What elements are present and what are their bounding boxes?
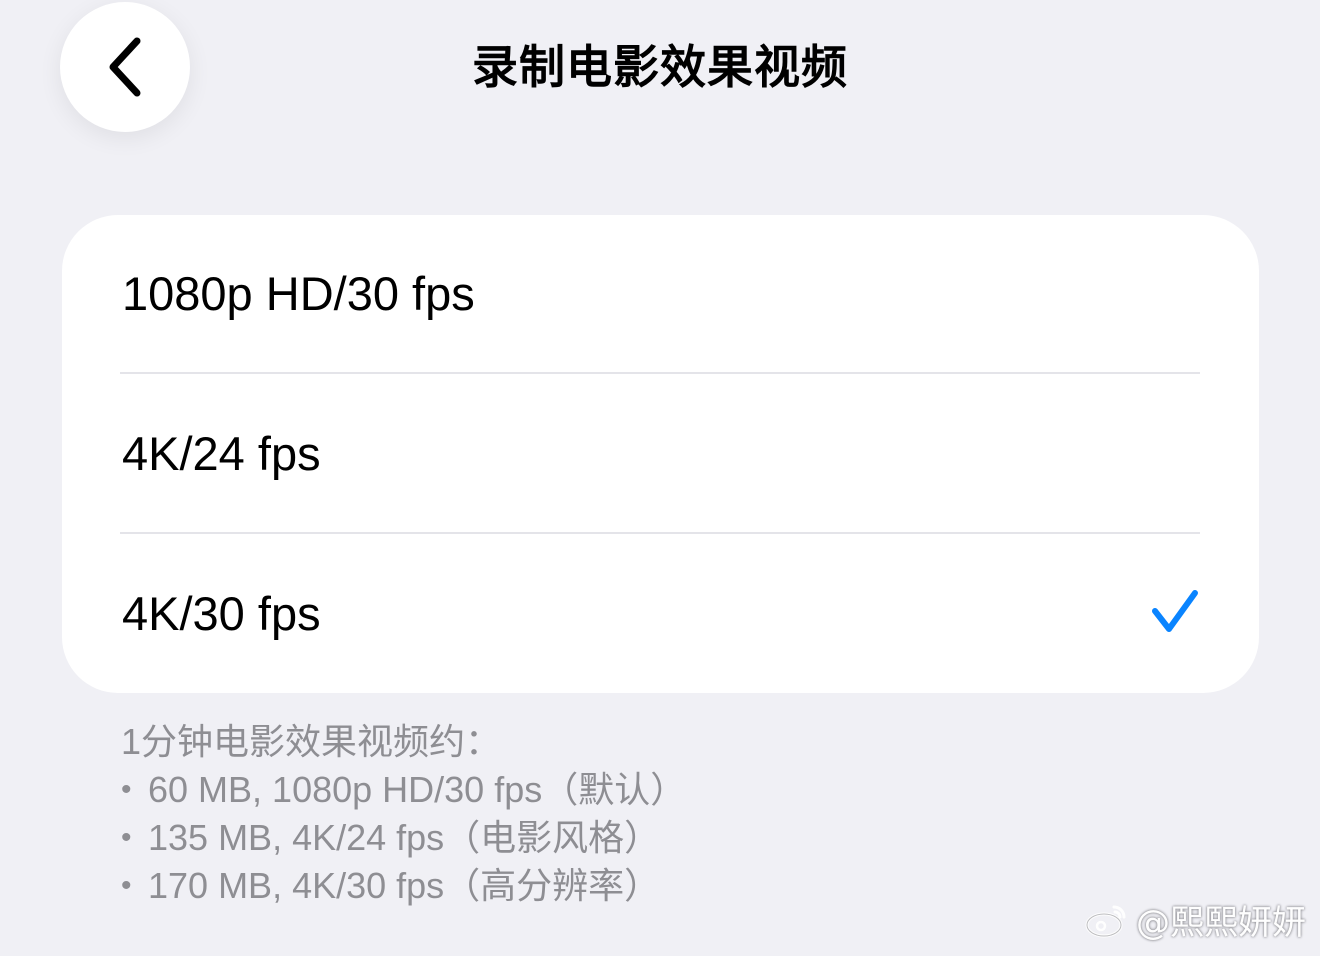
footer-item: • 135 MB, 4K/24 fps（电影风格） xyxy=(121,814,1021,862)
option-label: 4K/24 fps xyxy=(122,427,321,480)
bullet: • xyxy=(121,821,132,854)
footer-item-text: 135 MB, 4K/24 fps（电影风格） xyxy=(148,817,661,858)
checkmark-icon xyxy=(1152,590,1198,632)
divider xyxy=(120,372,1200,374)
option-1080p-30fps[interactable]: 1080p HD/30 fps xyxy=(62,215,1259,373)
resolution-options-list: 1080p HD/30 fps 4K/24 fps 4K/30 fps xyxy=(62,215,1259,693)
footer-item-text: 60 MB, 1080p HD/30 fps（默认） xyxy=(148,769,687,810)
bullet: • xyxy=(121,869,132,902)
divider xyxy=(120,532,1200,534)
footer-item-text: 170 MB, 4K/30 fps（高分辨率） xyxy=(148,865,661,906)
option-label: 1080p HD/30 fps xyxy=(122,267,475,320)
option-label: 4K/30 fps xyxy=(122,587,321,640)
watermark: @熙熙妍妍 xyxy=(1084,895,1306,944)
option-4k-24fps[interactable]: 4K/24 fps xyxy=(62,375,1259,533)
bullet: • xyxy=(121,773,132,806)
footer-item: • 170 MB, 4K/30 fps（高分辨率） xyxy=(121,862,1021,910)
footer-heading: 1分钟电影效果视频约： xyxy=(121,721,502,762)
option-4k-30fps[interactable]: 4K/30 fps xyxy=(62,535,1259,693)
weibo-logo-icon xyxy=(1085,905,1126,937)
watermark-text: @熙熙妍妍 xyxy=(1136,903,1306,943)
size-info-footer: 1分钟电影效果视频约： • 60 MB, 1080p HD/30 fps（默认）… xyxy=(121,718,1021,910)
page-title: 录制电影效果视频 xyxy=(472,40,848,94)
footer-item: • 60 MB, 1080p HD/30 fps（默认） xyxy=(121,766,1021,814)
